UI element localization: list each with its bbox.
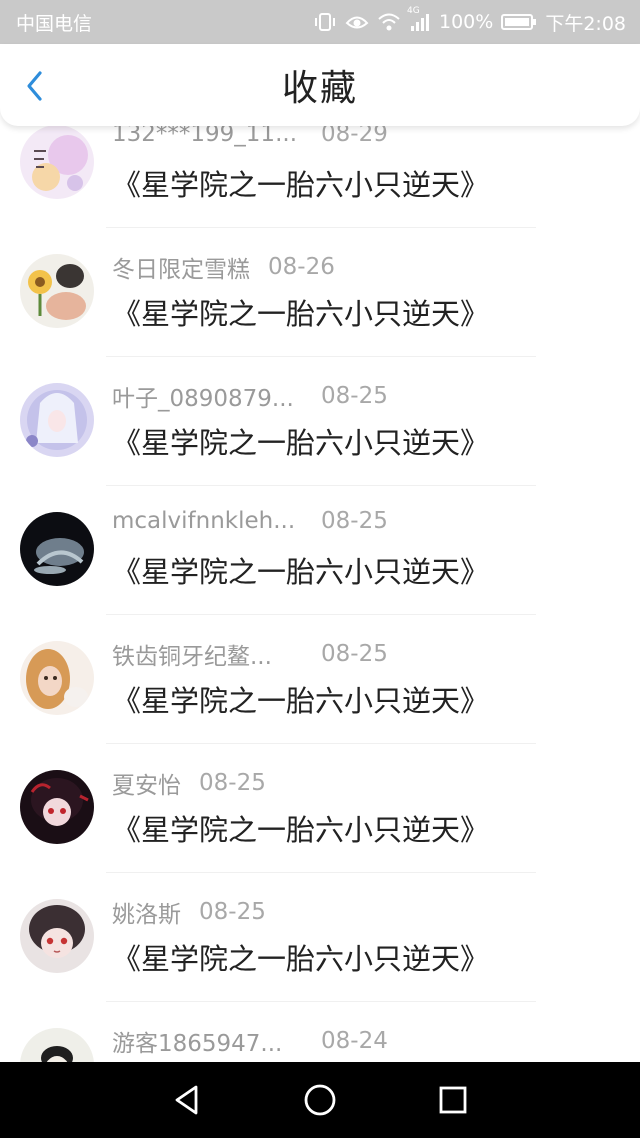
nav-back-button[interactable] (157, 1070, 217, 1130)
avatar[interactable] (20, 254, 94, 328)
item-meta: 132***199_11... 08-29 (112, 126, 388, 147)
item-meta: 姚洛斯 08-25 (112, 895, 266, 929)
list-item[interactable]: 铁齿铜牙纪鳌... 08-25 《星学院之一胎六小只逆天》 (0, 615, 640, 744)
wifi-icon (377, 12, 401, 32)
book-title[interactable]: 《星学院之一胎六小只逆天》 (112, 549, 489, 591)
list-item[interactable]: 132***199_11... 08-29 《星学院之一胎六小只逆天》 (0, 126, 640, 228)
recents-square-icon (439, 1086, 467, 1114)
username: 叶子_0890879... (112, 386, 294, 412)
date-label: 08-26 (268, 254, 335, 280)
item-meta: mcalvifnnkleh... 08-25 (112, 508, 388, 534)
battery-percent: 100% (439, 11, 494, 33)
username: 铁齿铜牙纪鳌... (112, 644, 272, 670)
book-title[interactable]: 《星学院之一胎六小只逆天》 (112, 420, 489, 462)
status-bar: 中国电信 4G 100% 下午2:08 (0, 0, 640, 44)
avatar[interactable] (20, 512, 94, 586)
chevron-left-icon (27, 71, 42, 101)
username: 132***199_11... (112, 126, 297, 147)
date-label: 08-25 (321, 641, 388, 667)
list-item[interactable]: 姚洛斯 08-25 《星学院之一胎六小只逆天》 (0, 873, 640, 1002)
username: mcalvifnnkleh... (112, 508, 296, 534)
status-icons: 4G 100% 下午2:08 (313, 6, 626, 36)
book-title[interactable]: 《星学院之一胎六小只逆天》 (112, 807, 489, 849)
page-header: 收藏 (0, 44, 640, 126)
date-label: 08-29 (321, 126, 388, 147)
favorites-list[interactable]: 132***199_11... 08-29 《星学院之一胎六小只逆天》 冬日限定雪糕 0… (0, 126, 640, 1062)
date-label: 08-25 (199, 899, 266, 925)
item-meta: 冬日限定雪糕 08-26 (112, 250, 335, 284)
username: 夏安怡 (112, 773, 181, 799)
carrier-label: 中国电信 (16, 12, 93, 35)
book-title[interactable]: 《星学院之一胎六小只逆天》 (112, 678, 489, 720)
back-button[interactable] (18, 70, 50, 102)
system-nav-bar (0, 1062, 640, 1138)
book-title[interactable]: 《星学院之一胎六小只逆天》 (112, 936, 489, 978)
battery-icon (501, 13, 537, 31)
avatar[interactable] (20, 383, 94, 457)
list-item[interactable]: mcalvifnnkleh... 08-25 《星学院之一胎六小只逆天》 (0, 486, 640, 615)
book-title[interactable]: 《星学院之一胎六小只逆天》 (112, 291, 489, 333)
list-item[interactable]: 游客1865947... 08-24 (0, 1002, 640, 1062)
avatar[interactable] (20, 126, 94, 199)
list-item[interactable]: 冬日限定雪糕 08-26 《星学院之一胎六小只逆天》 (0, 228, 640, 357)
nav-recents-button[interactable] (423, 1070, 483, 1130)
avatar[interactable] (20, 899, 94, 973)
vibrate-icon (313, 12, 337, 32)
avatar[interactable] (20, 641, 94, 715)
clock: 下午2:08 (545, 12, 626, 35)
item-meta: 叶子_0890879... 08-25 (112, 379, 388, 413)
date-label: 08-24 (321, 1028, 388, 1054)
username: 姚洛斯 (112, 902, 181, 928)
page-title: 收藏 (281, 68, 358, 109)
date-label: 08-25 (321, 508, 388, 534)
back-triangle-icon (175, 1085, 198, 1115)
item-meta: 夏安怡 08-25 (112, 766, 266, 800)
username: 游客1865947... (112, 1031, 283, 1057)
book-title[interactable]: 《星学院之一胎六小只逆天》 (112, 162, 489, 204)
list-item[interactable]: 夏安怡 08-25 《星学院之一胎六小只逆天》 (0, 744, 640, 873)
list-item[interactable]: 叶子_0890879... 08-25 《星学院之一胎六小只逆天》 (0, 357, 640, 486)
signal-icon: 4G (407, 6, 431, 32)
date-label: 08-25 (321, 383, 388, 409)
avatar[interactable] (20, 1028, 94, 1062)
item-meta: 游客1865947... 08-24 (112, 1024, 388, 1058)
avatar[interactable] (20, 770, 94, 844)
home-circle-icon (304, 1084, 336, 1116)
nav-home-button[interactable] (290, 1070, 350, 1130)
username: 冬日限定雪糕 (112, 257, 250, 283)
item-meta: 铁齿铜牙纪鳌... 08-25 (112, 637, 388, 671)
network-label: 4G (407, 6, 420, 16)
date-label: 08-25 (199, 770, 266, 796)
eye-icon (345, 12, 369, 32)
